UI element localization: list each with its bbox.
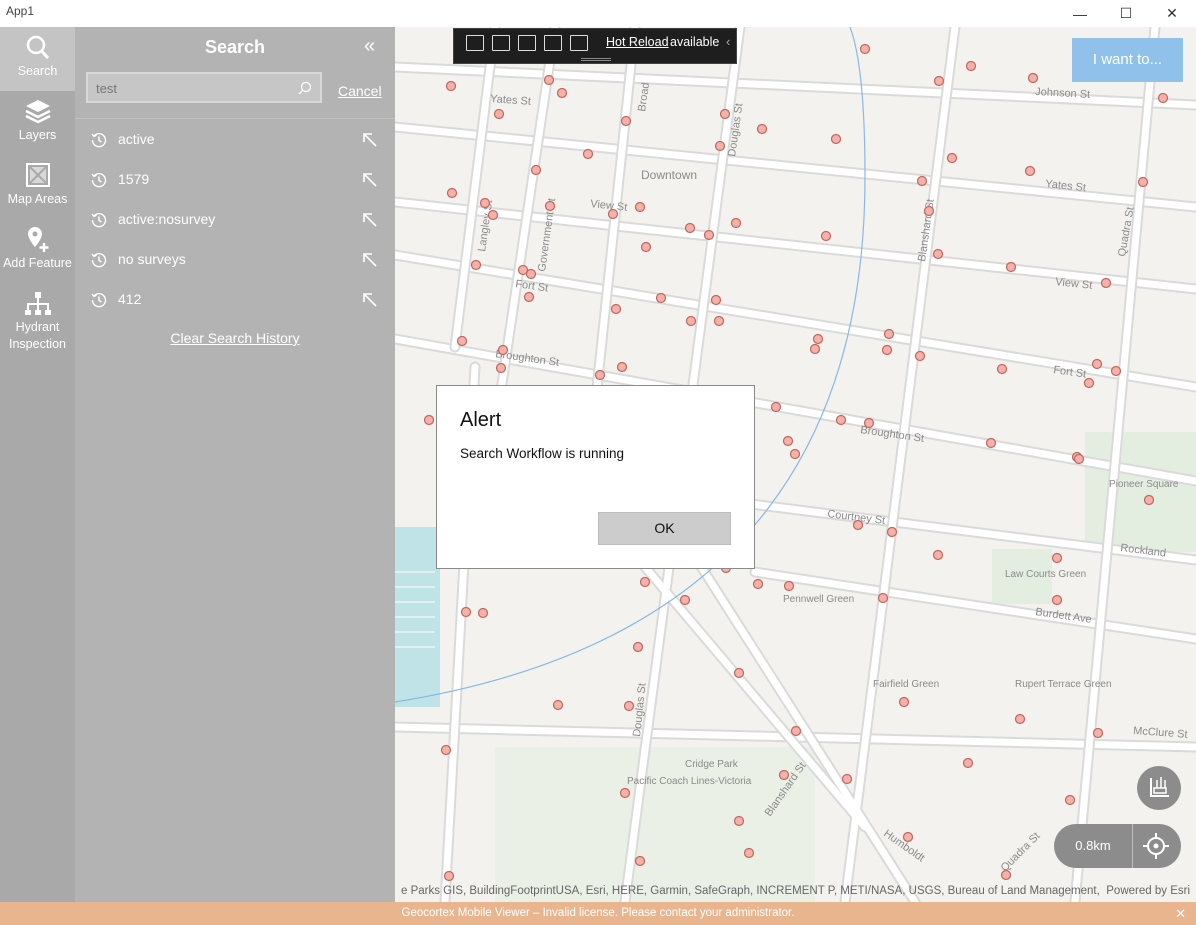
- scale-label: 0.8km: [1075, 838, 1111, 853]
- layers-icon: [24, 100, 51, 124]
- history-text: no surveys: [118, 251, 186, 267]
- map-areas-icon: [25, 163, 50, 187]
- map-attribution: e Parks GIS, BuildingFootprintUSA, Esri,…: [395, 882, 1196, 902]
- rail-item-add-feature[interactable]: Add Feature: [0, 219, 75, 283]
- rail-label-line2: Inspection: [9, 337, 66, 351]
- measure-button[interactable]: [1137, 766, 1181, 810]
- history-icon: [91, 172, 107, 188]
- add-feature-icon: [27, 227, 48, 252]
- ok-button[interactable]: OK: [598, 512, 731, 545]
- scale-locate-group: 0.8km: [1054, 824, 1181, 868]
- history-text: 412: [118, 291, 142, 307]
- history-item[interactable]: active: [75, 120, 395, 160]
- map-label-pennwell: Pennwell Green: [783, 594, 854, 605]
- history-text: active: [118, 131, 155, 147]
- license-message: Geocortex Mobile Viewer – Invalid licens…: [401, 907, 795, 919]
- dialog-message: Search Workflow is running: [460, 446, 625, 461]
- rail-label: Map Areas: [7, 192, 68, 206]
- collapse-toolbar-icon[interactable]: ‹: [726, 34, 730, 49]
- map-label-downtown: Downtown: [641, 168, 697, 182]
- history-text: 1579: [118, 171, 150, 187]
- rail-item-search[interactable]: Search: [0, 27, 75, 91]
- cancel-button[interactable]: Cancel: [338, 83, 382, 99]
- hot-reload-link[interactable]: Hot Reload: [606, 35, 669, 49]
- arrow-up-left-icon[interactable]: [362, 212, 378, 228]
- history-icon: [91, 292, 107, 308]
- live-visual-tree-icon[interactable]: [466, 35, 484, 51]
- map-label-yates-left: Yates St: [490, 93, 532, 108]
- powered-by-text: Powered by Esri: [1100, 885, 1190, 897]
- maximize-button[interactable]: ☐: [1103, 0, 1149, 27]
- search-icon[interactable]: [298, 81, 312, 95]
- rail-label: Layers: [18, 128, 57, 142]
- search-box[interactable]: [86, 72, 322, 103]
- arrow-up-left-icon[interactable]: [362, 172, 378, 188]
- map-label-pacific-coach: Pacific Coach Lines-Victoria: [627, 776, 752, 787]
- park-area: [495, 747, 815, 902]
- rail-item-hydrant-inspection[interactable]: Hydrant Inspection: [0, 283, 75, 363]
- i-want-to-button[interactable]: I want to...: [1072, 38, 1183, 82]
- divider: [1132, 824, 1133, 868]
- track-focus-icon[interactable]: [544, 35, 562, 51]
- title-bar: App1 — ☐ ✕: [0, 0, 1196, 27]
- license-banner: Geocortex Mobile Viewer – Invalid licens…: [0, 902, 1196, 925]
- search-icon: [26, 35, 49, 60]
- search-panel: Search « Cancel active 1579 active:nosur…: [75, 27, 395, 902]
- rail-label: Search: [17, 64, 58, 78]
- map-label-rupert: Rupert Terrace Green: [1015, 679, 1112, 690]
- alert-dialog: Alert Search Workflow is running OK: [436, 385, 755, 569]
- attribution-text: e Parks GIS, BuildingFootprintUSA, Esri,…: [401, 885, 1110, 897]
- park-area: [1085, 432, 1196, 552]
- rail-item-layers[interactable]: Layers: [0, 91, 75, 155]
- clear-search-history-link[interactable]: Clear Search History: [75, 330, 395, 346]
- map-label-mcclure: McClure St: [1133, 725, 1188, 741]
- hot-reload-status: available: [670, 35, 720, 49]
- map-label-law-courts: Law Courts Green: [1005, 569, 1086, 580]
- hot-reload-toolbar: Hot Reload available ‹: [453, 28, 737, 64]
- select-element-icon[interactable]: [492, 35, 510, 51]
- ruler-icon: [1150, 777, 1169, 797]
- history-item[interactable]: 1579: [75, 160, 395, 200]
- hydrant-inspection-icon: [24, 292, 51, 315]
- divider: [75, 118, 395, 119]
- map-label-quadra-bottom: Quadra St: [999, 830, 1043, 874]
- history-item[interactable]: no surveys: [75, 240, 395, 280]
- panel-title: Search: [204, 37, 266, 57]
- map-label-pioneer: Pioneer Square: [1109, 479, 1179, 490]
- history-item[interactable]: 412: [75, 280, 395, 320]
- history-icon: [91, 212, 107, 228]
- locate-icon[interactable]: [1142, 832, 1170, 860]
- map-label-view-right: View St: [1055, 276, 1093, 292]
- minimize-button[interactable]: —: [1057, 0, 1103, 27]
- arrow-up-left-icon[interactable]: [362, 132, 378, 148]
- collapse-panel-button[interactable]: «: [364, 35, 375, 58]
- map-label-cridge: Cridge Park: [685, 759, 739, 770]
- binding-failures-icon[interactable]: [570, 35, 588, 51]
- dialog-title: Alert: [460, 409, 502, 431]
- map-label-fairfield: Fairfield Green: [873, 679, 939, 690]
- history-icon: [91, 132, 107, 148]
- toolbar-drag-handle[interactable]: [581, 58, 611, 61]
- close-button[interactable]: ✕: [1149, 0, 1195, 27]
- close-banner-button[interactable]: ✕: [1175, 902, 1186, 925]
- window-title: App1: [6, 4, 35, 18]
- display-layout-adorners-icon[interactable]: [518, 35, 536, 51]
- arrow-up-left-icon[interactable]: [362, 252, 378, 268]
- history-item[interactable]: active:nosurvey: [75, 200, 395, 240]
- nav-rail: Search Layers Map Areas Add Feature Hydr…: [0, 27, 75, 902]
- arrow-up-left-icon[interactable]: [362, 292, 378, 308]
- map-label-broad: Broad: [636, 82, 652, 113]
- rail-item-map-areas[interactable]: Map Areas: [0, 155, 75, 219]
- rail-label: Add Feature: [3, 256, 72, 270]
- history-text: active:nosurvey: [118, 211, 216, 227]
- rail-label: Hydrant: [15, 320, 60, 334]
- search-input[interactable]: [96, 78, 296, 98]
- history-icon: [91, 252, 107, 268]
